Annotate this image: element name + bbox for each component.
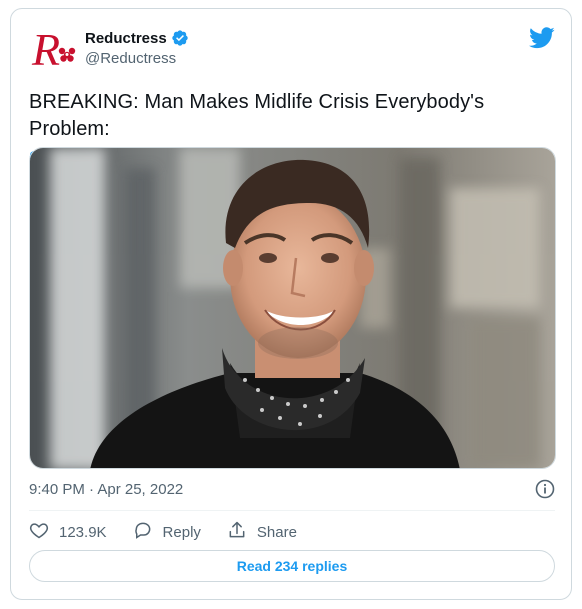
reply-button[interactable]: Reply [133, 520, 201, 544]
heart-icon [29, 520, 49, 544]
reply-icon [133, 520, 153, 544]
avatar[interactable]: R [29, 24, 77, 75]
tweet-body: BREAKING: Man Makes Midlife Crisis Every… [29, 91, 485, 140]
verified-badge-icon [171, 29, 189, 47]
like-button[interactable]: 123.9K [29, 520, 107, 544]
tweet-actions: 123.9K Reply Share [29, 517, 323, 547]
share-icon [227, 520, 247, 544]
display-name[interactable]: Reductress [85, 30, 167, 47]
divider [29, 510, 555, 511]
share-button[interactable]: Share [227, 520, 297, 544]
handle[interactable]: @Reductress [85, 50, 189, 67]
tweet-photo[interactable] [29, 147, 556, 469]
tweet-card: R Reductress @Reductress BREAKING: Man M… [10, 8, 572, 600]
share-label: Share [256, 523, 297, 541]
read-replies-button[interactable]: Read 234 replies [29, 550, 555, 582]
twitter-bird-icon[interactable] [529, 27, 555, 49]
tweet-header: R Reductress @Reductress [29, 23, 555, 75]
tweet-timestamp[interactable]: 9:40 PM · Apr 25, 2022 [29, 481, 183, 498]
reply-label: Reply [162, 523, 201, 541]
info-icon[interactable] [535, 479, 555, 499]
display-name-row[interactable]: Reductress [85, 29, 189, 47]
svg-text:R: R [31, 25, 60, 73]
like-count: 123.9K [59, 523, 107, 541]
